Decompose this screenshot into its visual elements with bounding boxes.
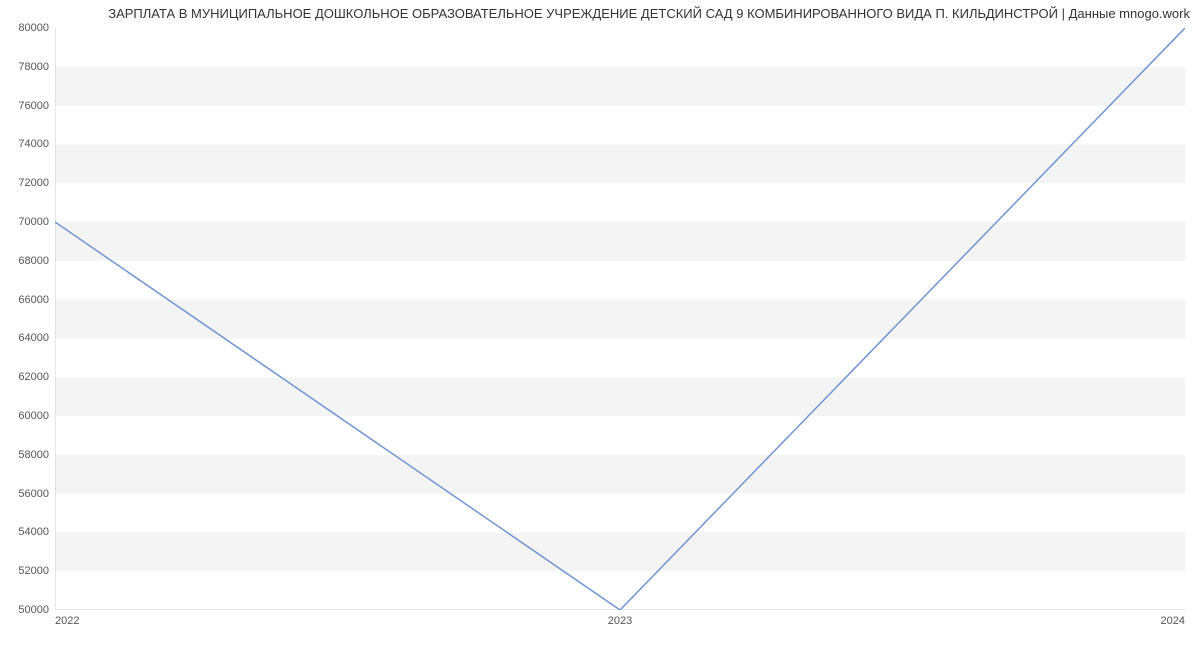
- y-axis-tick-label: 50000: [18, 604, 49, 616]
- y-axis-tick-label: 76000: [18, 100, 49, 112]
- y-axis-tick-label: 52000: [18, 565, 49, 577]
- x-axis-tick-label: 2022: [55, 615, 79, 627]
- chart-container: ЗАРПЛАТА В МУНИЦИПАЛЬНОЕ ДОШКОЛЬНОЕ ОБРА…: [0, 0, 1200, 650]
- x-axis-tick-label: 2024: [1161, 615, 1185, 627]
- y-axis-tick-label: 66000: [18, 294, 49, 306]
- y-axis-tick-label: 64000: [18, 332, 49, 344]
- y-axis-tick-label: 62000: [18, 371, 49, 383]
- chart-title: ЗАРПЛАТА В МУНИЦИПАЛЬНОЕ ДОШКОЛЬНОЕ ОБРА…: [10, 6, 1190, 21]
- y-axis-tick-label: 68000: [18, 255, 49, 267]
- y-axis-tick-label: 54000: [18, 526, 49, 538]
- y-axis-tick-label: 60000: [18, 410, 49, 422]
- y-axis-tick-label: 80000: [18, 22, 49, 34]
- chart-plot-area: 5000052000540005600058000600006200064000…: [55, 28, 1185, 610]
- y-axis-tick-label: 56000: [18, 488, 49, 500]
- x-axis-tick-label: 2023: [608, 615, 632, 627]
- y-axis-tick-label: 70000: [18, 216, 49, 228]
- y-axis-tick-label: 74000: [18, 138, 49, 150]
- y-axis-tick-label: 72000: [18, 177, 49, 189]
- y-axis-tick-label: 78000: [18, 61, 49, 73]
- y-axis-tick-label: 58000: [18, 449, 49, 461]
